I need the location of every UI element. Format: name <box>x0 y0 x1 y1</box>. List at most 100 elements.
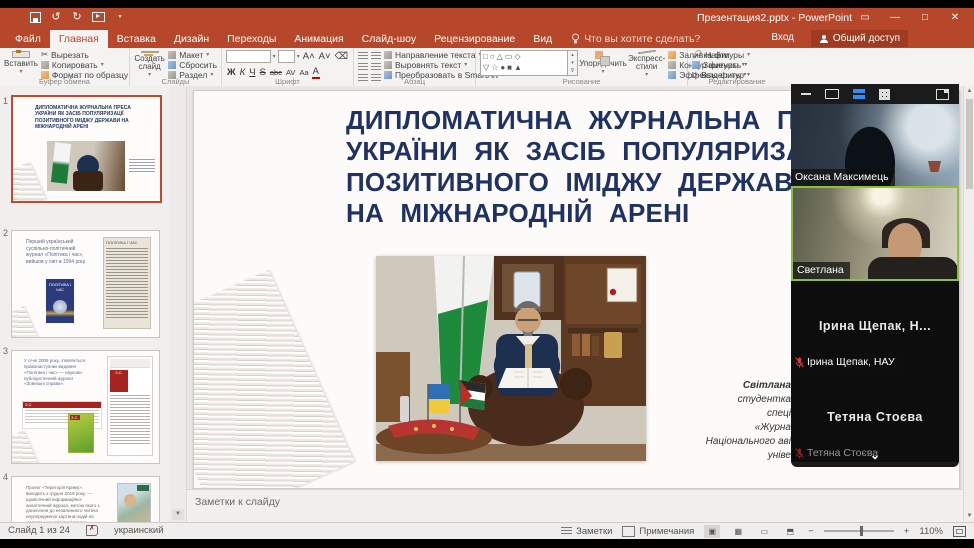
collapse-strip-chevron-icon[interactable]: ⌄ <box>791 449 959 461</box>
shapes-gallery[interactable]: □○△▭◇ ▽☆●■▲ ▴ ▾ ⊽ <box>480 50 578 76</box>
comments-toggle[interactable]: Примечания <box>622 525 694 537</box>
comments-icon <box>622 525 636 537</box>
spellcheck-icon[interactable] <box>85 524 98 536</box>
grid-view-icon[interactable] <box>879 88 890 100</box>
zoom-in-icon[interactable]: + <box>904 526 910 537</box>
fit-slide-to-window-icon[interactable] <box>953 525 966 537</box>
tab-transitions[interactable]: Переходы <box>218 30 285 48</box>
character-spacing-button[interactable]: AV <box>285 68 296 77</box>
zoom-slider[interactable] <box>823 526 894 536</box>
zoom-level[interactable]: 110% <box>919 526 943 537</box>
text-direction-icon <box>384 50 392 59</box>
notes-toggle[interactable]: Заметки <box>561 526 612 537</box>
bullets-icon[interactable] <box>358 52 368 60</box>
speaker-view-icon[interactable] <box>825 89 839 99</box>
tab-insert[interactable]: Вставка <box>108 30 165 48</box>
new-slide-button[interactable]: Создать слайд ▾ <box>134 50 165 78</box>
minimize-panel-icon[interactable] <box>801 93 811 95</box>
numbering-icon[interactable] <box>371 52 381 60</box>
zoom-out-icon[interactable]: − <box>808 526 814 537</box>
minimize-icon[interactable]: — <box>882 8 908 28</box>
normal-view-icon[interactable]: ▣ <box>704 524 721 538</box>
meeting-panel-header <box>791 84 959 104</box>
group-drawing: □○△▭◇ ▽☆●■▲ ▴▾⊽ Упорядочить▾ Экспресс-ст… <box>476 48 750 86</box>
replace-button[interactable]: Заменить ▾ <box>692 60 747 70</box>
notes-placeholder: Заметки к слайду <box>195 496 281 508</box>
thumbnail-slide-1[interactable]: ДИПЛОМАТИЧНА ЖУРНАЛЬНА ПРЕСА УКРАЇНИ ЯК … <box>11 95 162 203</box>
gallery-strip-view-icon[interactable] <box>853 89 865 99</box>
scroll-thumb[interactable] <box>966 99 973 189</box>
slide-credit-block[interactable]: Світлана студентка спеці «Журна Націонал… <box>706 379 791 463</box>
font-name-combo[interactable] <box>226 50 271 63</box>
qat-customize-icon[interactable]: ▾ <box>114 11 126 23</box>
undo-icon[interactable]: ↺ <box>50 11 62 23</box>
font-size-combo[interactable] <box>277 50 295 63</box>
thumb3-papers-decor <box>12 430 39 463</box>
slide-papers-decor <box>194 269 355 488</box>
thumb2-toc-page: ПОЛІТИКА І ЧАС <box>103 237 151 329</box>
line-spacing-icon[interactable] <box>371 63 381 71</box>
copy-button[interactable]: Копировать ▾ <box>40 60 128 70</box>
status-bar: Слайд 1 из 24 украинский Заметки Примеча… <box>0 522 974 539</box>
find-button[interactable]: 🔎︎ Найти <box>692 50 747 60</box>
paste-button[interactable]: Вставить ▾ <box>4 50 38 76</box>
layout-button[interactable]: Макет ▾ <box>168 50 217 60</box>
text-shadow-button[interactable]: abc <box>269 68 283 77</box>
group-slides: Создать слайд ▾ Макет ▾ Сбросить Раздел ▾ С… <box>130 48 222 86</box>
shrink-font-icon[interactable]: A˅ <box>318 51 332 62</box>
slide-vertical-scrollbar[interactable]: ▲ ▼ <box>963 86 974 522</box>
start-slideshow-icon[interactable] <box>92 12 105 22</box>
restore-icon[interactable]: □ <box>912 8 938 28</box>
cut-button[interactable]: ✂ Вырезать <box>41 49 128 60</box>
language-indicator[interactable]: украинский <box>114 525 164 536</box>
lightbulb-icon <box>572 33 580 44</box>
tab-file[interactable]: Файл <box>6 30 50 48</box>
video-tile-tetiana[interactable]: Тетяна Стоєва Тетяна Стоєва ⌄ <box>791 371 959 462</box>
share-button[interactable]: Общий доступ <box>810 30 908 47</box>
thumbnail-scroll-down-icon[interactable]: ▼ <box>172 509 184 520</box>
slide-sorter-view-icon[interactable]: ▦ <box>730 525 746 538</box>
tab-home[interactable]: Главная <box>49 30 108 48</box>
scroll-down-icon[interactable]: ▼ <box>964 511 974 522</box>
thumb2-papers-decor <box>12 306 38 337</box>
ambassador-photo-graphic <box>376 255 646 461</box>
shapes-scroll-icons[interactable]: ▴ ▾ ⊽ <box>568 50 578 76</box>
grow-font-icon[interactable]: A˄ <box>302 51 316 62</box>
sign-in-link[interactable]: Вход <box>771 32 794 43</box>
indent-icon[interactable] <box>358 63 368 71</box>
popout-icon[interactable] <box>936 88 949 100</box>
thumbnail-slide-2[interactable]: Перший український суспільно-політичний … <box>11 230 160 338</box>
clear-formatting-icon[interactable]: ⌫ <box>334 51 349 62</box>
scroll-up-icon[interactable]: ▲ <box>964 86 974 97</box>
notes-icon <box>561 526 573 536</box>
video-tile-svetlana-active[interactable]: Светлана <box>791 186 959 281</box>
tab-design[interactable]: Дизайн <box>165 30 218 48</box>
thumbnail-slide-3[interactable]: У січні 2009 року, з'являється правонаст… <box>11 350 160 464</box>
reading-view-icon[interactable]: ▭ <box>756 525 772 538</box>
thumb4-magazine-photo <box>117 483 151 522</box>
arrange-button[interactable]: Упорядочить▾ <box>579 50 627 76</box>
video-tile-iryna[interactable]: Ірина Щепак, Н... Ірина Щепак, НАУ <box>791 281 959 371</box>
close-icon[interactable]: ✕ <box>942 8 968 28</box>
shape-outline-icon <box>668 60 677 69</box>
ribbon-display-options-icon[interactable]: ▭ <box>852 8 878 28</box>
zoom-slider-thumb[interactable] <box>859 526 863 536</box>
group-label-font: Шрифт <box>275 77 300 86</box>
save-icon[interactable] <box>30 11 41 23</box>
tab-view[interactable]: Вид <box>524 30 561 48</box>
video-tile-oksana[interactable]: Оксана Максимець <box>791 104 959 186</box>
group-label-slides: Слайды <box>161 77 190 86</box>
redo-icon[interactable]: ↻ <box>71 11 83 23</box>
thumbnail-pane-scrollbar[interactable]: ▼ <box>170 86 187 522</box>
tell-me-box[interactable]: Что вы хотите сделать? <box>561 30 700 48</box>
slide-photo-ambassador[interactable] <box>376 255 646 461</box>
change-case-button[interactable]: Aa <box>298 68 309 77</box>
tab-review[interactable]: Рецензирование <box>425 30 524 48</box>
notes-panel[interactable]: Заметки к слайду <box>187 489 963 523</box>
slideshow-view-icon[interactable]: ⬒ <box>782 525 798 538</box>
tab-slideshow[interactable]: Слайд-шоу <box>353 30 425 48</box>
reset-button[interactable]: Сбросить <box>168 60 217 70</box>
quick-styles-button[interactable]: Экспресс-стили ▾ <box>628 49 665 78</box>
thumbnail-slide-4[interactable]: Проект «Територія Криму», виходить з гру… <box>11 476 160 522</box>
tab-animations[interactable]: Анимация <box>285 30 352 48</box>
